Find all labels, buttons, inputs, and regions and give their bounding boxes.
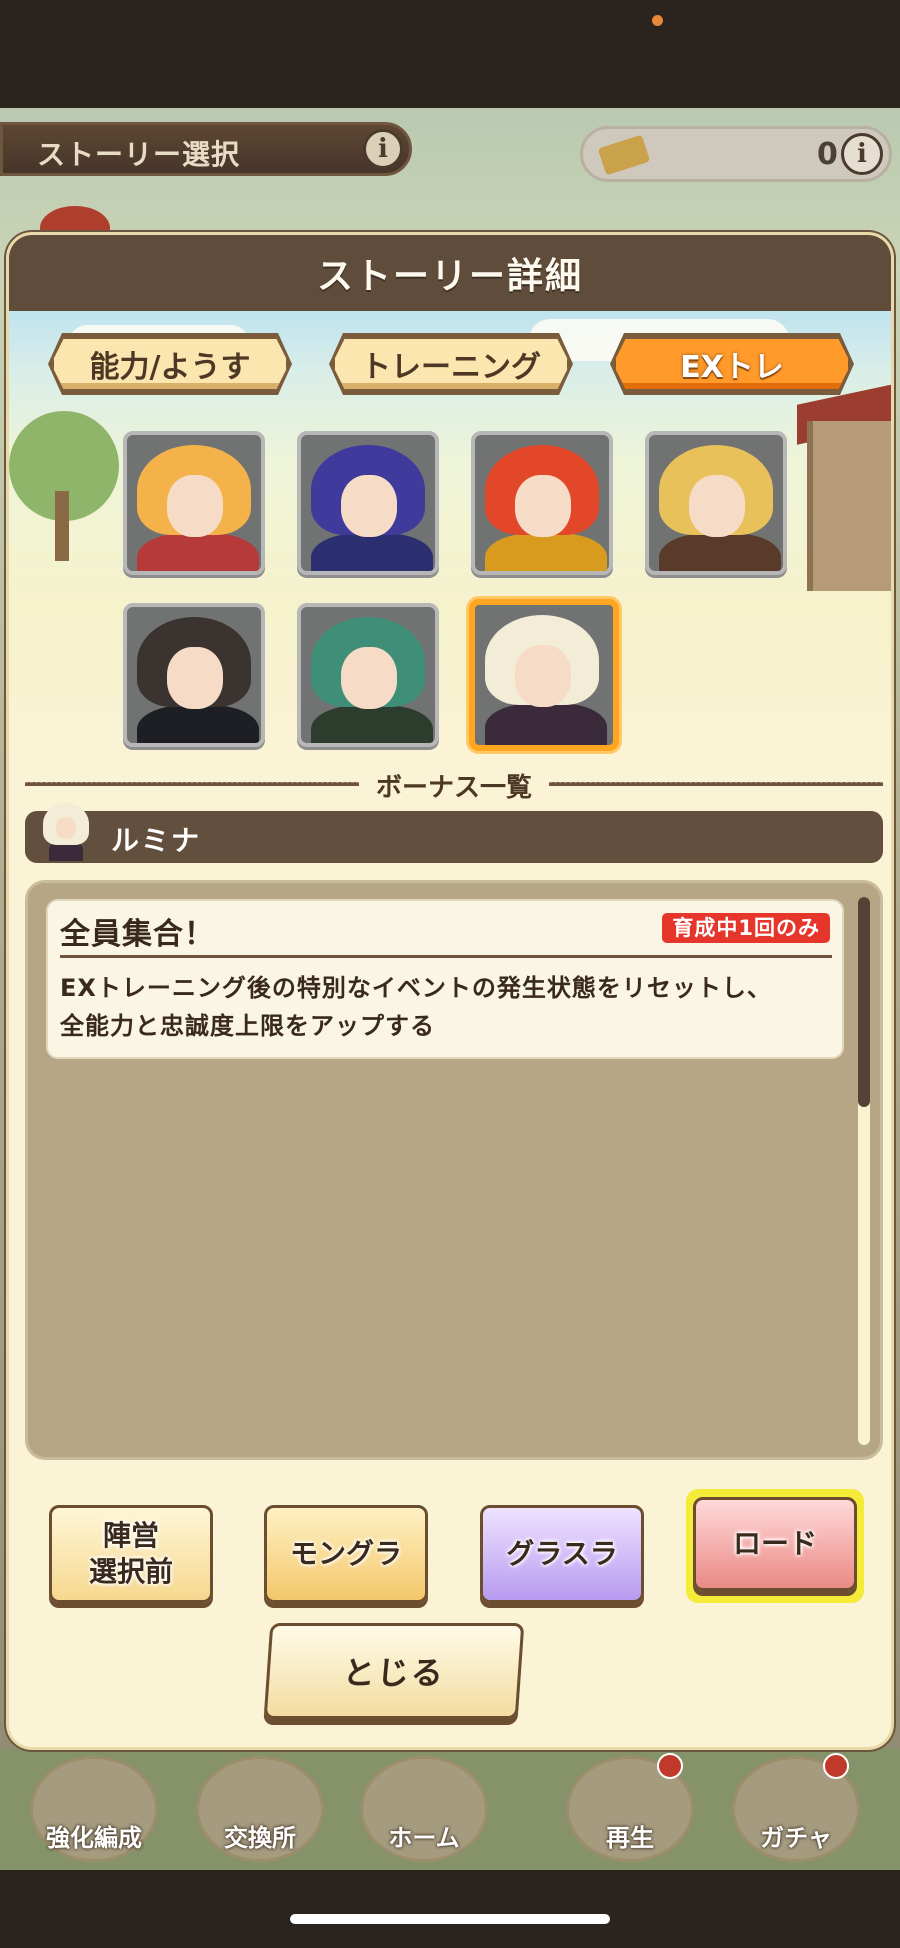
character-body [311, 533, 433, 571]
character-face [515, 475, 571, 537]
nav-gacha: ガチャ [732, 1753, 860, 1862]
camp-before-selection-button[interactable]: 陣営 選択前 [49, 1505, 213, 1603]
character-portrait[interactable] [123, 603, 265, 747]
bonus-title: 全員集合！ [60, 917, 215, 952]
nav-label: 再生 [606, 1824, 654, 1852]
ticket-count: 0 [817, 137, 838, 172]
tab-ability-status[interactable]: 能力/ようす [51, 336, 289, 392]
scrollbar[interactable] [858, 897, 870, 1445]
modal-title: ストーリー詳細 [316, 256, 583, 297]
character-face [515, 645, 571, 707]
bonus-description: EXトレーニング後の特別なイベントの発生状態をリセットし、 全能力と忠誠度上限を… [60, 969, 840, 1045]
nav-home: ホーム [360, 1756, 488, 1862]
character-body [485, 703, 607, 745]
character-body [137, 705, 259, 743]
character-portrait-selected[interactable] [469, 599, 619, 751]
background-screen-title-bar: ストーリー選択 i [0, 122, 412, 176]
load-button[interactable]: ロード [693, 1497, 857, 1591]
divider-line [25, 782, 359, 786]
divider-line [549, 782, 883, 786]
character-face [689, 475, 745, 537]
bonus-limit-badge: 育成中1回のみ [662, 913, 830, 943]
notification-badge [657, 1753, 683, 1779]
info-icon: i [363, 129, 403, 169]
barn [807, 421, 891, 591]
character-face [167, 475, 223, 537]
bonus-description-line: 全能力と忠誠度上限をアップする [60, 1012, 435, 1040]
nav-label: 交換所 [224, 1824, 296, 1852]
selected-character-bar: ルミナ [25, 803, 883, 863]
nav-label: 強化編成 [46, 1824, 142, 1852]
camp-button-label-line1: 陣営 [102, 1519, 159, 1552]
character-portrait[interactable] [297, 431, 439, 575]
mongura-button-label: モングラ [289, 1537, 402, 1570]
bonus-section-label: ボーナス一覧 [375, 773, 532, 803]
close-button[interactable]: とじる [263, 1623, 525, 1719]
status-bar [0, 0, 900, 108]
home-indicator[interactable] [290, 1914, 610, 1924]
mongura-button[interactable]: モングラ [264, 1505, 428, 1603]
modal-header: ストーリー詳細 [9, 235, 891, 311]
character-portrait[interactable] [471, 431, 613, 575]
bottom-navigation: 強化編成 交換所 ホーム 再生 ガチャ [0, 1748, 900, 1870]
nav-label: ホーム [388, 1824, 460, 1852]
info-icon: i [841, 133, 883, 175]
ticket-counter: 0 i [580, 126, 892, 182]
load-button-label: ロード [732, 1527, 817, 1560]
gurasura-button-label: グラスラ [506, 1537, 618, 1570]
nav-enhance: 強化編成 [30, 1756, 158, 1862]
character-face [341, 647, 397, 709]
character-body [137, 533, 259, 571]
notification-badge [823, 1753, 849, 1779]
character-body [659, 533, 781, 571]
character-body [485, 533, 607, 571]
nav-label: ガチャ [760, 1824, 832, 1852]
close-button-label: とじる [341, 1654, 447, 1692]
tab-training[interactable]: トレーニング [332, 336, 570, 392]
gurasura-button[interactable]: グラスラ [480, 1505, 644, 1603]
home-indicator-area [0, 1870, 900, 1948]
background-screen-title: ストーリー選択 [37, 138, 241, 171]
camp-button-label-line2: 選択前 [88, 1555, 173, 1588]
scrollbar-thumb[interactable] [858, 897, 870, 1107]
story-detail-modal: ストーリー詳細 能力/ようす トレーニング EXトレ ボーナス一覧 ルミナ 全員… [6, 232, 894, 1750]
nav-exchange: 交換所 [196, 1756, 324, 1862]
character-body [311, 705, 433, 743]
character-portrait[interactable] [297, 603, 439, 747]
bonus-description-line: EXトレーニング後の特別なイベントの発生状態をリセットし、 [60, 974, 772, 1002]
recording-indicator-dot [652, 15, 663, 26]
tab-ex-training[interactable]: EXトレ [613, 336, 851, 392]
character-face [341, 475, 397, 537]
selected-character-name: ルミナ [111, 824, 202, 857]
character-avatar [43, 803, 89, 861]
tree-trunk [55, 491, 69, 561]
character-portrait[interactable] [123, 431, 265, 575]
character-face [167, 647, 223, 709]
bonus-card: 全員集合！ 育成中1回のみ EXトレーニング後の特別なイベントの発生状態をリセッ… [46, 899, 844, 1059]
nav-replay: 再生 [566, 1753, 694, 1862]
ticket-icon [597, 134, 651, 176]
character-portrait[interactable] [645, 431, 787, 575]
bonus-separator [60, 955, 832, 958]
bonus-list-panel[interactable]: 全員集合！ 育成中1回のみ EXトレーニング後の特別なイベントの発生状態をリセッ… [25, 880, 883, 1460]
